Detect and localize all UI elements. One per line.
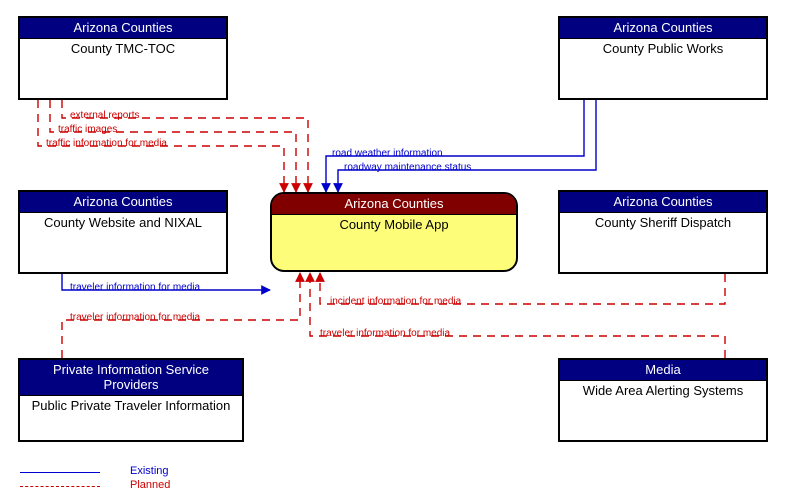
- node-header: Arizona Counties: [20, 192, 226, 213]
- node-public-private-traveler-info[interactable]: Private Information Service Providers Pu…: [18, 358, 244, 442]
- node-header: Private Information Service Providers: [20, 360, 242, 396]
- node-title: Wide Area Alerting Systems: [560, 381, 766, 400]
- node-county-mobile-app[interactable]: Arizona Counties County Mobile App: [270, 192, 518, 272]
- flow-label-traveler-info-1: traveler information for media: [70, 282, 200, 293]
- node-title: County TMC-TOC: [20, 39, 226, 58]
- legend-swatch-planned: [20, 486, 100, 487]
- node-county-tmc-toc[interactable]: Arizona Counties County TMC-TOC: [18, 16, 228, 100]
- node-wide-area-alerting[interactable]: Media Wide Area Alerting Systems: [558, 358, 768, 442]
- flow-label-external-reports: external reports: [70, 110, 139, 121]
- legend-swatch-existing: [20, 472, 100, 473]
- node-header: Arizona Counties: [560, 18, 766, 39]
- flow-label-traveler-info-2: traveler information for media: [70, 312, 200, 323]
- flow-label-road-weather: road weather information: [332, 148, 443, 159]
- node-title: Public Private Traveler Information: [20, 396, 242, 415]
- flow-label-traveler-info-3: traveler information for media: [320, 328, 450, 339]
- node-header: Arizona Counties: [20, 18, 226, 39]
- node-title: County Public Works: [560, 39, 766, 58]
- node-county-sheriff-dispatch[interactable]: Arizona Counties County Sheriff Dispatch: [558, 190, 768, 274]
- legend-label-existing: Existing: [130, 465, 169, 477]
- node-header: Arizona Counties: [272, 194, 516, 215]
- flow-label-incident-info: incident information for media: [330, 296, 461, 307]
- flow-label-traffic-info-media: traffic information for media: [46, 138, 167, 149]
- legend-label-planned: Planned: [130, 479, 170, 491]
- node-title: County Sheriff Dispatch: [560, 213, 766, 232]
- flow-label-traffic-images: traffic images: [58, 124, 117, 135]
- node-header: Arizona Counties: [560, 192, 766, 213]
- node-header: Media: [560, 360, 766, 381]
- flow-label-roadway-maint: roadway maintenance status: [344, 162, 471, 173]
- node-county-public-works[interactable]: Arizona Counties County Public Works: [558, 16, 768, 100]
- node-county-website-nixal[interactable]: Arizona Counties County Website and NIXA…: [18, 190, 228, 274]
- node-title: County Website and NIXAL: [20, 213, 226, 232]
- node-title: County Mobile App: [272, 215, 516, 234]
